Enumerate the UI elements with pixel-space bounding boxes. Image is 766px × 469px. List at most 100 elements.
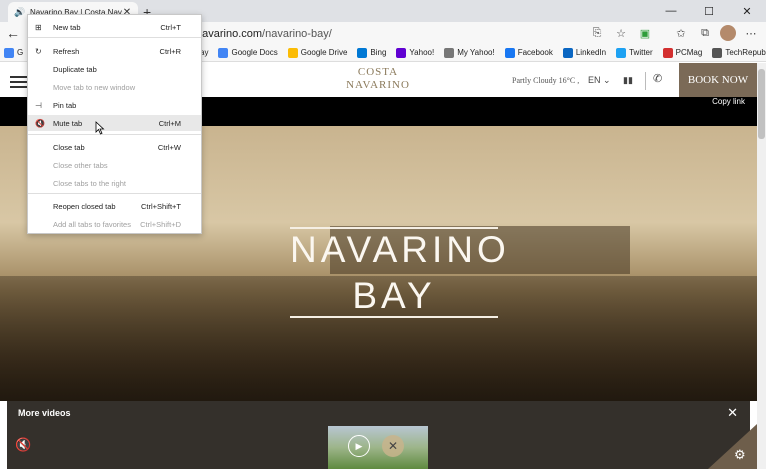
profile-avatar[interactable] bbox=[720, 25, 736, 41]
bing-icon bbox=[357, 47, 368, 58]
close-thumbnail-icon[interactable]: ✕ bbox=[382, 435, 404, 457]
menu-item-shortcut: Ctrl+Shift+T bbox=[140, 201, 181, 211]
address-bar[interactable]: navarino.com/navarino-bay/ bbox=[196, 25, 576, 42]
menu-item-label: Mute tab bbox=[53, 118, 83, 128]
menu-separator bbox=[28, 134, 201, 135]
menu-item-close-tabs-to-the-right: Close tabs to the right bbox=[28, 175, 201, 191]
maximize-icon[interactable]: ☐ bbox=[690, 0, 728, 22]
linkedin-icon bbox=[562, 47, 573, 58]
scrollbar-thumb[interactable] bbox=[758, 69, 765, 139]
book-now-button[interactable]: BOOK NOW bbox=[679, 63, 757, 97]
favorite-label: Facebook bbox=[517, 48, 553, 57]
address-path: /navarino-bay/ bbox=[262, 27, 332, 40]
hamburger-menu-icon[interactable] bbox=[10, 76, 28, 91]
favorite-label: Twitter bbox=[629, 48, 653, 57]
favorite-label: My Yahoo! bbox=[457, 48, 495, 57]
menu-item-shortcut: Ctrl+Shift+D bbox=[140, 219, 181, 229]
favorite-item[interactable]: Facebook bbox=[504, 47, 553, 58]
copy-link-button[interactable]: Copy link bbox=[712, 97, 745, 106]
play-icon[interactable]: ▶ bbox=[348, 435, 370, 457]
favorite-label: TechRepublic bbox=[725, 48, 766, 57]
divider bbox=[645, 72, 646, 90]
menu-separator bbox=[28, 193, 201, 194]
favorite-label: Bing bbox=[370, 48, 387, 57]
phone-icon[interactable]: ✆ bbox=[653, 72, 662, 85]
menu-item-shortcut: Ctrl+R bbox=[159, 46, 181, 56]
menu-item-pin-tab[interactable]: ⊣ Pin tab bbox=[28, 97, 201, 113]
page-scrollbar[interactable] bbox=[757, 63, 766, 469]
menu-item-label: Pin tab bbox=[53, 100, 77, 110]
pcmag-icon bbox=[662, 47, 673, 58]
favorite-label: Yahoo! bbox=[409, 48, 435, 57]
tab-context-menu: ⊞ New tab Ctrl+T ↻ Refresh Ctrl+R Duplicate ta… bbox=[27, 14, 202, 234]
back-arrow-icon[interactable]: ← bbox=[0, 25, 26, 41]
refresh-icon: ↻ bbox=[35, 46, 42, 56]
menu-item-shortcut: Ctrl+W bbox=[157, 142, 181, 152]
yahoo-icon bbox=[396, 47, 407, 58]
new-tab-icon: ⊞ bbox=[35, 22, 42, 32]
chevron-down-icon: ⌄ bbox=[603, 75, 611, 85]
menu-item-mute-tab[interactable]: 🔇 Mute tab Ctrl+M bbox=[28, 115, 201, 131]
weather-text: Partly Cloudy 16°C , bbox=[512, 76, 580, 85]
techrepublic-icon bbox=[712, 47, 723, 58]
gear-icon[interactable]: ⚙ bbox=[734, 447, 746, 463]
language-selector[interactable]: EN ⌄ bbox=[588, 75, 611, 86]
climate-icon: ▮▮ bbox=[623, 75, 633, 85]
pin-icon: ⊣ bbox=[35, 100, 42, 110]
menu-item-shortcut: Ctrl+T bbox=[160, 22, 181, 32]
favorite-label: PCMag bbox=[675, 48, 703, 57]
menu-item-new-tab[interactable]: ⊞ New tab Ctrl+T bbox=[28, 19, 201, 35]
favorite-item[interactable]: Google Docs bbox=[218, 47, 278, 58]
mouse-cursor-icon bbox=[95, 121, 105, 135]
minimize-icon[interactable]: — bbox=[652, 0, 690, 22]
favorite-item[interactable]: Bing bbox=[357, 47, 387, 58]
facebook-icon bbox=[504, 47, 515, 58]
hero-title-line-2: BAY bbox=[352, 275, 436, 316]
favorite-item[interactable]: Twitter bbox=[616, 47, 653, 58]
menu-item-reopen-closed-tab[interactable]: Reopen closed tab Ctrl+Shift+T bbox=[28, 198, 201, 214]
video-thumbnail[interactable]: ▶ ✕ bbox=[328, 426, 428, 469]
menu-item-label: Close tab bbox=[53, 142, 85, 152]
extension-icon[interactable]: ▣ bbox=[636, 24, 654, 42]
favorite-item[interactable]: Google Drive bbox=[287, 47, 347, 58]
twitter-icon bbox=[616, 47, 627, 58]
window-controls: — ☐ ✕ bbox=[652, 0, 766, 22]
menu-item-shortcut: Ctrl+M bbox=[158, 118, 181, 128]
mute-icon: 🔇 bbox=[35, 118, 45, 128]
favorite-label: G bbox=[17, 48, 24, 57]
language-label: EN bbox=[588, 75, 601, 85]
costa-navarino-logo[interactable]: COSTA NAVARINO bbox=[346, 66, 410, 92]
menu-item-refresh[interactable]: ↻ Refresh Ctrl+R bbox=[28, 43, 201, 59]
menu-item-add-all-tabs-to-favorites: Add all tabs to favorites Ctrl+Shift+D bbox=[28, 216, 201, 232]
close-window-icon[interactable]: ✕ bbox=[728, 0, 766, 22]
more-menu-icon[interactable]: ⋯ bbox=[742, 24, 760, 42]
menu-item-label: Close tabs to the right bbox=[53, 178, 126, 188]
menu-item-label: Refresh bbox=[53, 46, 80, 56]
menu-item-label: Reopen closed tab bbox=[53, 201, 116, 211]
more-videos-title: More videos bbox=[18, 408, 71, 418]
menu-item-move-tab-to-new-window: Move tab to new window bbox=[28, 79, 201, 95]
favorite-item[interactable]: G bbox=[4, 47, 24, 58]
favorite-item[interactable]: Yahoo! bbox=[396, 47, 435, 58]
read-aloud-icon[interactable]: ⎘ bbox=[588, 24, 606, 42]
favorite-item[interactable]: My Yahoo! bbox=[444, 47, 495, 58]
favorite-label: Google Docs bbox=[231, 48, 278, 57]
collections-icon[interactable]: ⧉ bbox=[696, 24, 714, 42]
favorite-item[interactable]: LinkedIn bbox=[562, 47, 607, 58]
logo-line-2: NAVARINO bbox=[346, 79, 410, 91]
menu-item-close-tab[interactable]: Close tab Ctrl+W bbox=[28, 139, 201, 155]
video-mute-icon[interactable]: 🔇 bbox=[15, 437, 31, 453]
menu-item-label: Add all tabs to favorites bbox=[53, 219, 131, 229]
favorites-icon[interactable]: ✩ bbox=[672, 24, 690, 42]
hero-title-line-1: NAVARINO bbox=[290, 229, 510, 270]
menu-item-label: Close other tabs bbox=[53, 160, 108, 170]
favorite-label: LinkedIn bbox=[575, 48, 607, 57]
menu-item-duplicate-tab[interactable]: Duplicate tab bbox=[28, 61, 201, 77]
favorite-star-icon[interactable]: ☆ bbox=[612, 24, 630, 42]
menu-separator bbox=[28, 37, 201, 38]
speaker-icon[interactable]: 🔊 bbox=[14, 7, 26, 18]
favorite-item[interactable]: PCMag bbox=[662, 47, 703, 58]
favorite-item[interactable]: TechRepublic bbox=[712, 47, 766, 58]
menu-item-label: New tab bbox=[53, 22, 81, 32]
close-more-videos-icon[interactable]: ✕ bbox=[727, 405, 738, 421]
